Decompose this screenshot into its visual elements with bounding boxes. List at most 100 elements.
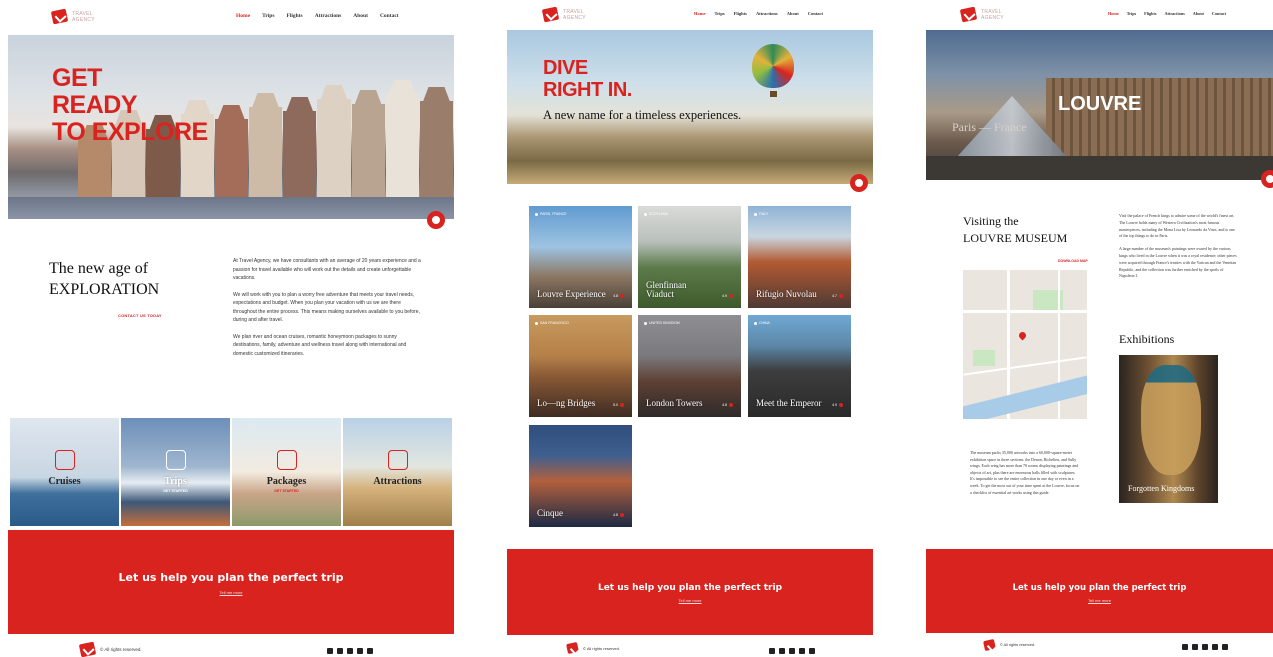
trip-card[interactable]: UNITED KINGDOM London Towers 4.8 — [638, 315, 741, 417]
map-pin-icon[interactable] — [1017, 330, 1028, 341]
nav-item-contact[interactable]: Contact — [1212, 11, 1226, 16]
nav-item-trips[interactable]: Trips — [715, 11, 725, 16]
top-nav: Travel Agency Home Trips Flights Attract… — [926, 6, 1273, 26]
main-menu: Home Trips Flights Attractions About Con… — [236, 13, 399, 19]
trips-page-panel: Travel Agency Home Trips Flights Attract… — [507, 0, 873, 657]
scroll-down-button[interactable] — [850, 174, 868, 192]
contact-us-link[interactable]: CONTACT US TODAY — [118, 313, 162, 318]
brand-logo[interactable]: Travel Agency — [541, 6, 586, 23]
cta-title: Let us help you plan the perfect trip — [1012, 583, 1187, 593]
nav-item-about[interactable]: About — [353, 13, 368, 19]
nav-item-trips[interactable]: Trips — [262, 13, 274, 19]
nav-item-contact[interactable]: Contact — [380, 13, 399, 19]
linkedin-icon[interactable] — [327, 648, 333, 654]
ship-icon — [54, 450, 75, 470]
heart-icon[interactable] — [620, 513, 624, 517]
twitter-icon[interactable] — [347, 648, 353, 654]
nav-item-home[interactable]: Home — [694, 11, 706, 16]
travel-agency-logo-icon — [959, 6, 978, 23]
visit-text: Visit the palace of French kings to admi… — [1119, 213, 1237, 279]
hero-headline: DIVE RIGHT IN. — [543, 57, 632, 101]
brand-line-1: Travel — [72, 10, 93, 17]
footer-logo-icon — [78, 641, 97, 657]
scroll-down-button[interactable] — [1261, 170, 1273, 188]
trip-card[interactable]: SCOTLAND Glenfinnan Viaduct 4.9 — [638, 206, 741, 308]
trip-card[interactable]: SAN FRANCISCO Lo—ng Bridges 5.0 — [529, 315, 632, 417]
pharaoh-mask-image — [1141, 365, 1201, 475]
trip-card[interactable]: CHINA Meet the Emperor 4.9 — [748, 315, 851, 417]
instagram-icon[interactable] — [799, 648, 805, 654]
nav-item-flights[interactable]: Flights — [287, 13, 303, 19]
cta-title: Let us help you plan the perfect trip — [597, 583, 783, 593]
cta-banner: Let us help you plan the perfect trip Te… — [8, 530, 454, 634]
brand-line-2: Agency — [72, 16, 95, 23]
top-nav: Travel Agency Home Trips Flights Attract… — [507, 6, 873, 26]
tile-packages[interactable]: Packages GET STARTED — [232, 418, 341, 526]
cta-link[interactable]: Tell me more — [8, 590, 454, 595]
service-tiles: Cruises Trips GET STARTED Packages GET S… — [10, 418, 452, 526]
copyright-text: © All rights reserved. — [1000, 643, 1036, 647]
facebook-icon[interactable] — [337, 648, 343, 654]
main-menu: Home Trips Flights Attractions About Con… — [694, 11, 823, 16]
canal-water — [8, 197, 454, 219]
trip-card[interactable]: ITALY Rifugio Nuvolau 4.7 — [748, 206, 851, 308]
footer: © All rights reserved. — [8, 641, 454, 657]
attraction-hero: Paris — France LOUVRE — [926, 30, 1273, 180]
instagram-icon[interactable] — [1212, 644, 1218, 650]
intro-heading: The new age of EXPLORATION — [49, 260, 160, 298]
nav-item-flights[interactable]: Flights — [734, 11, 747, 16]
nav-item-attractions[interactable]: Attractions — [315, 13, 342, 19]
nav-item-trips[interactable]: Trips — [1127, 11, 1136, 16]
heart-icon[interactable] — [839, 403, 843, 407]
top-nav: Travel Agency Home Trips Flights Attract… — [8, 8, 454, 28]
download-map-link[interactable]: DOWNLOAD MAP — [1058, 259, 1088, 263]
scroll-down-button[interactable] — [427, 211, 445, 229]
twitter-icon[interactable] — [789, 648, 795, 654]
facebook-icon[interactable] — [779, 648, 785, 654]
louvre-palace-image — [1046, 78, 1273, 158]
location-map[interactable] — [963, 270, 1087, 419]
brand-logo[interactable]: Travel Agency — [959, 6, 1004, 23]
hero-headline: GET READY TO EXPLORE — [52, 64, 208, 146]
facebook-icon[interactable] — [1192, 644, 1198, 650]
nav-item-contact[interactable]: Contact — [808, 11, 823, 16]
heart-icon[interactable] — [729, 403, 733, 407]
nav-item-about[interactable]: About — [787, 11, 799, 16]
tile-cruises[interactable]: Cruises — [10, 418, 119, 526]
travel-agency-logo-icon — [541, 6, 560, 23]
youtube-icon[interactable] — [809, 648, 815, 654]
nav-item-home[interactable]: Home — [1108, 11, 1119, 16]
copyright-text: © All rights reserved. — [583, 645, 620, 651]
brand-logo[interactable]: Travel Agency — [50, 8, 95, 25]
nav-item-home[interactable]: Home — [236, 13, 250, 19]
nav-item-attractions[interactable]: Attractions — [1165, 11, 1185, 16]
heart-icon[interactable] — [620, 403, 624, 407]
linkedin-icon[interactable] — [1182, 644, 1188, 650]
tile-attractions[interactable]: Attractions — [343, 418, 452, 526]
trip-card[interactable]: Cinque 4.8 — [529, 425, 632, 527]
social-links — [1182, 644, 1228, 650]
youtube-icon[interactable] — [367, 648, 373, 654]
instagram-icon[interactable] — [357, 648, 363, 654]
nav-item-attractions[interactable]: Attractions — [756, 11, 778, 16]
linkedin-icon[interactable] — [769, 648, 775, 654]
trip-card[interactable]: PARIS, FRANCE Louvre Experience 4.8 — [529, 206, 632, 308]
intro-text: At Travel Agency, we have consultants wi… — [233, 258, 421, 357]
youtube-icon[interactable] — [1222, 644, 1228, 650]
footer-logo-icon — [983, 638, 996, 652]
nav-item-flights[interactable]: Flights — [1144, 11, 1156, 16]
hero-headline: LOUVRE — [1058, 93, 1142, 115]
cta-link[interactable]: Tell me more — [507, 598, 873, 603]
cta-title: Let us help you plan the perfect trip — [118, 571, 344, 584]
heart-icon[interactable] — [839, 294, 843, 298]
landmark-icon — [387, 450, 408, 470]
twitter-icon[interactable] — [1202, 644, 1208, 650]
heart-icon[interactable] — [620, 294, 624, 298]
nav-item-about[interactable]: About — [1193, 11, 1204, 16]
cta-link[interactable]: Tell me more — [926, 598, 1273, 603]
tile-trips[interactable]: Trips GET STARTED — [121, 418, 230, 526]
exhibition-title: Forgotten Kingdoms — [1128, 484, 1195, 493]
heart-icon[interactable] — [729, 294, 733, 298]
footer: © All rights reserved. — [926, 638, 1273, 657]
exhibition-card[interactable]: Forgotten Kingdoms — [1119, 355, 1218, 503]
